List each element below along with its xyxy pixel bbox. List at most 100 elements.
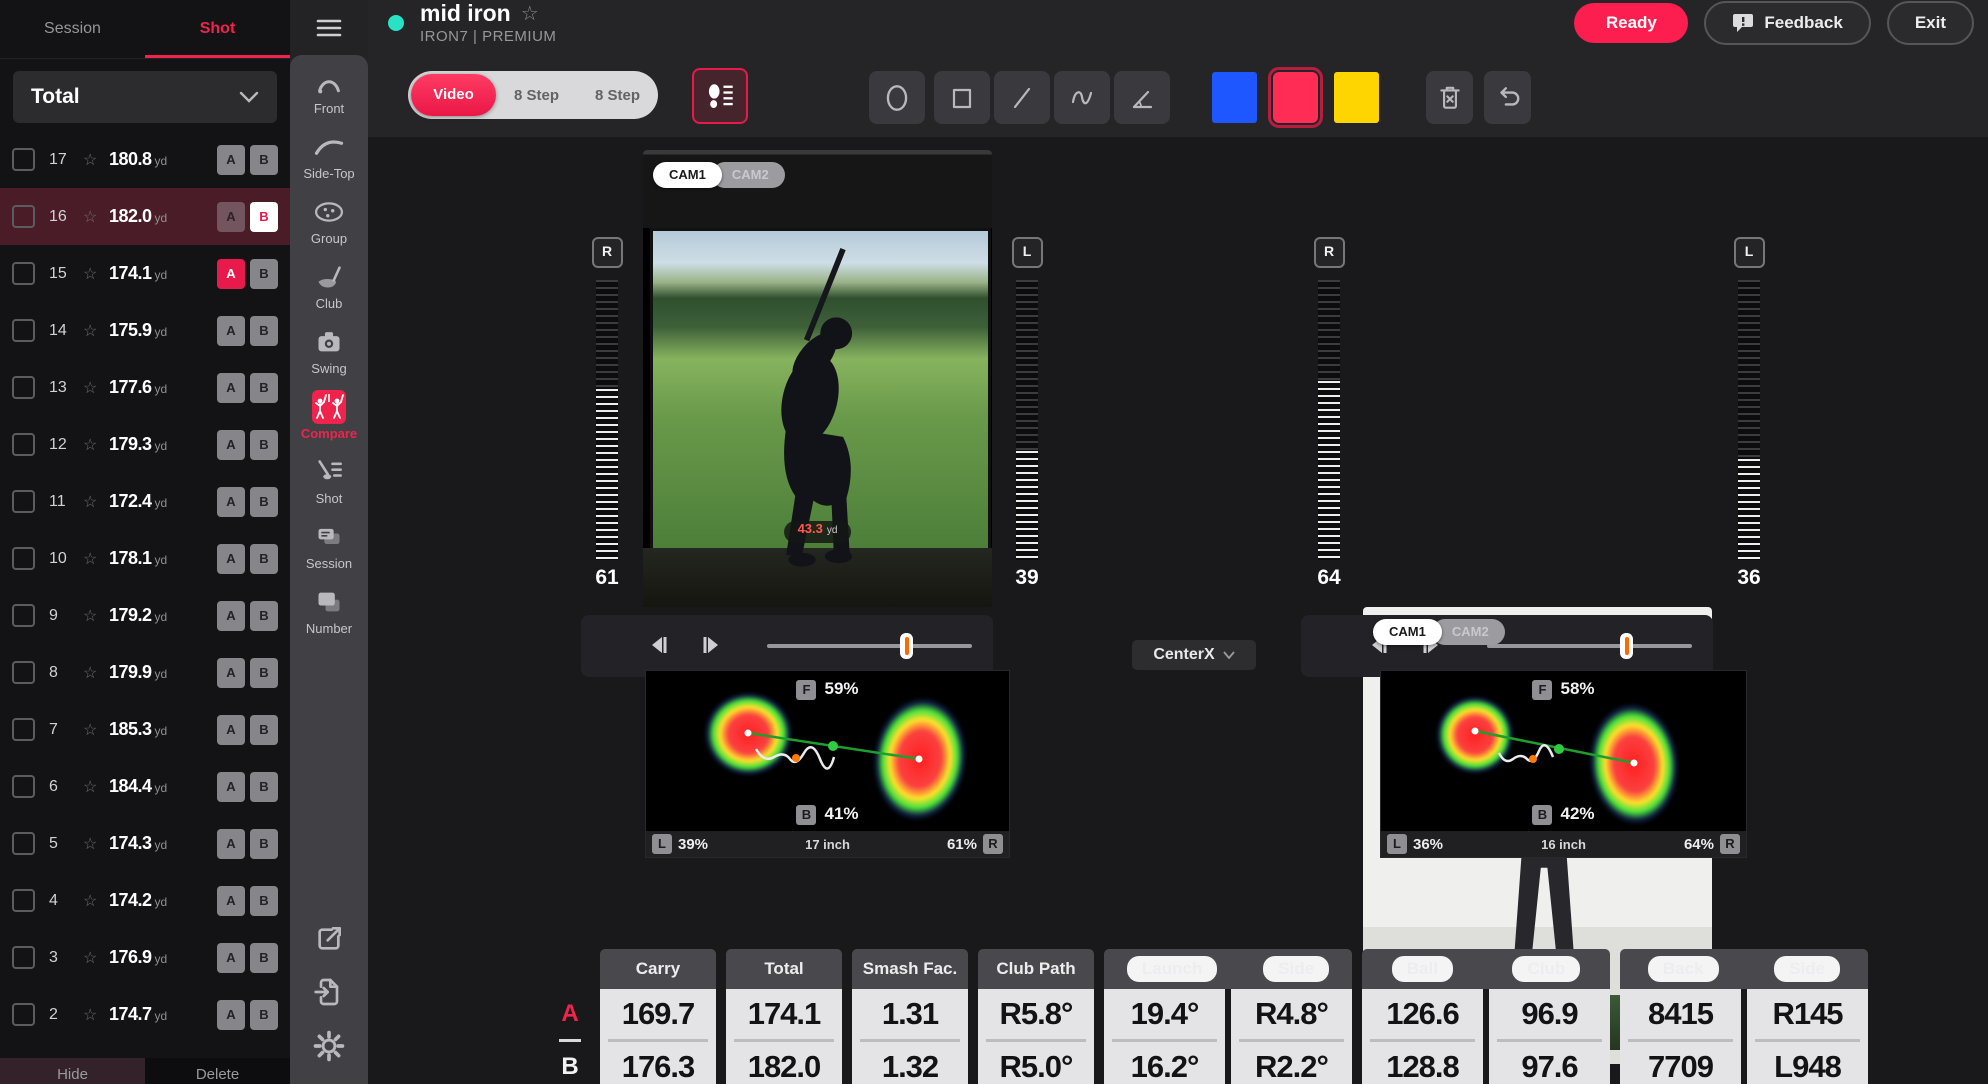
assign-b-button[interactable]: B [250,259,278,289]
shot-list-item[interactable]: 4 ☆ 174.2yd A B [0,872,290,929]
shot-list-item[interactable]: 16 ☆ 182.0yd A B [0,188,290,245]
assign-a-button[interactable]: A [217,886,245,916]
shot-checkbox[interactable] [12,547,35,570]
shot-checkbox[interactable] [12,148,35,171]
rail-item-session[interactable]: Session [290,520,368,571]
pressure-panel-toggle[interactable] [692,68,748,124]
metric-dropdown[interactable]: CenterX [1132,640,1256,670]
menu-button[interactable] [290,0,368,55]
color-swatch-1[interactable] [1273,72,1318,123]
export-button[interactable] [313,923,345,960]
star-icon[interactable]: ☆ [83,549,109,569]
color-swatch-2[interactable] [1334,72,1379,123]
video-a-slider[interactable] [767,633,972,659]
shot-list-item[interactable]: 2 ☆ 174.7yd A B [0,986,290,1043]
frame-back-button[interactable] [647,633,671,660]
assign-a-button[interactable]: A [217,772,245,802]
undo-button[interactable] [1484,71,1531,124]
assign-a-button[interactable]: A [217,430,245,460]
rail-item-shot[interactable]: Shot [290,455,368,506]
draw-angle-tool[interactable] [1114,71,1170,124]
shot-checkbox[interactable] [12,490,35,513]
assign-a-button[interactable]: A [217,259,245,289]
mode-video[interactable]: Video [411,74,496,116]
assign-a-button[interactable]: A [217,1000,245,1030]
star-icon[interactable]: ☆ [83,891,109,911]
assign-b-button[interactable]: B [250,715,278,745]
assign-a-button[interactable]: A [217,373,245,403]
cam1-tab[interactable]: CAM1 [1373,619,1442,645]
star-icon[interactable]: ☆ [83,1005,109,1025]
shot-list-item[interactable]: 14 ☆ 175.9yd A B [0,302,290,359]
star-icon[interactable]: ☆ [83,321,109,341]
delete-button[interactable]: Delete [145,1058,290,1084]
assign-a-button[interactable]: A [217,715,245,745]
shot-checkbox[interactable] [12,604,35,627]
shot-checkbox[interactable] [12,718,35,741]
shot-checkbox[interactable] [12,376,35,399]
draw-curve-tool[interactable] [1054,71,1110,124]
assign-a-button[interactable]: A [217,658,245,688]
assign-b-button[interactable]: B [250,1000,278,1030]
shot-list-item[interactable]: 3 ☆ 176.9yd A B [0,929,290,986]
shot-list-item[interactable]: 13 ☆ 177.6yd A B [0,359,290,416]
shot-checkbox[interactable] [12,946,35,969]
color-swatch-0[interactable] [1212,72,1257,123]
assign-a-button[interactable]: A [217,943,245,973]
star-icon[interactable]: ☆ [83,264,109,284]
assign-a-button[interactable]: A [217,544,245,574]
import-button[interactable] [313,976,345,1013]
shot-checkbox[interactable] [12,889,35,912]
mode-8step-1[interactable]: 8 Step [496,87,577,104]
star-icon[interactable]: ☆ [83,606,109,626]
draw-rect-tool[interactable] [934,71,990,124]
assign-a-button[interactable]: A [217,487,245,517]
rail-item-front[interactable]: Front [290,65,368,116]
ready-button[interactable]: Ready [1574,3,1688,43]
clear-drawings-button[interactable] [1426,71,1473,124]
assign-b-button[interactable]: B [250,544,278,574]
shot-list-item[interactable]: 11 ☆ 172.4yd A B [0,473,290,530]
rail-item-compare[interactable]: Compare [290,390,368,441]
assign-a-button[interactable]: A [217,601,245,631]
star-icon[interactable]: ☆ [83,378,109,398]
star-icon[interactable]: ☆ [83,663,109,683]
hide-button[interactable]: Hide [0,1058,145,1084]
assign-b-button[interactable]: B [250,145,278,175]
frame-forward-button[interactable] [699,633,723,660]
shot-list-item[interactable]: 5 ☆ 174.3yd A B [0,815,290,872]
shot-checkbox[interactable] [12,832,35,855]
shot-checkbox[interactable] [12,205,35,228]
star-icon[interactable]: ☆ [83,720,109,740]
shot-list-item[interactable]: 15 ☆ 174.1yd A B [0,245,290,302]
cam2-tab[interactable]: CAM2 [712,162,785,188]
rail-item-group[interactable]: Group [290,195,368,246]
assign-b-button[interactable]: B [250,772,278,802]
assign-b-button[interactable]: B [250,316,278,346]
shot-list-item[interactable]: 7 ☆ 185.3yd A B [0,701,290,758]
star-icon[interactable]: ☆ [83,207,109,227]
tab-shot[interactable]: Shot [145,20,290,38]
star-icon[interactable]: ☆ [83,492,109,512]
rail-item-swing[interactable]: Swing [290,325,368,376]
star-icon[interactable]: ☆ [83,435,109,455]
total-dropdown[interactable]: Total [13,71,277,123]
shot-checkbox[interactable] [12,775,35,798]
shot-list-item[interactable]: 9 ☆ 179.2yd A B [0,587,290,644]
assign-b-button[interactable]: B [250,829,278,859]
shot-checkbox[interactable] [12,1003,35,1026]
assign-b-button[interactable]: B [250,658,278,688]
assign-b-button[interactable]: B [250,430,278,460]
draw-ellipse-tool[interactable] [869,71,925,124]
shot-list-item[interactable]: 8 ☆ 179.9yd A B [0,644,290,701]
slider-thumb[interactable] [1620,633,1633,659]
mode-8step-2[interactable]: 8 Step [577,87,658,104]
feedback-button[interactable]: Feedback [1704,1,1870,45]
assign-a-button[interactable]: A [217,316,245,346]
shot-list-item[interactable]: 10 ☆ 178.1yd A B [0,530,290,587]
shot-list-item[interactable]: 17 ☆ 180.8yd A B [0,131,290,188]
shot-checkbox[interactable] [12,661,35,684]
favorite-star-icon[interactable]: ☆ [521,1,539,26]
draw-line-tool[interactable] [994,71,1050,124]
assign-b-button[interactable]: B [250,202,278,232]
